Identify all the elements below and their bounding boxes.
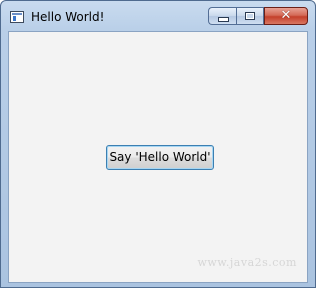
application-window: Hello World! ✕ Say 'Hello World' www.jav… xyxy=(0,0,316,288)
minimize-button[interactable] xyxy=(208,7,236,25)
watermark-text: www.java2s.com xyxy=(197,256,297,269)
maximize-icon xyxy=(245,12,255,20)
say-hello-world-button[interactable]: Say 'Hello World' xyxy=(106,145,214,170)
content-pane: Say 'Hello World' www.java2s.com xyxy=(8,31,308,283)
title-bar[interactable]: Hello World! ✕ xyxy=(1,1,315,31)
minimize-icon xyxy=(218,17,229,22)
maximize-button[interactable] xyxy=(236,7,264,25)
window-title: Hello World! xyxy=(31,10,105,24)
java-app-icon[interactable] xyxy=(10,11,24,23)
close-button[interactable]: ✕ xyxy=(264,7,308,25)
caption-buttons: ✕ xyxy=(208,7,308,27)
close-icon: ✕ xyxy=(280,8,292,23)
